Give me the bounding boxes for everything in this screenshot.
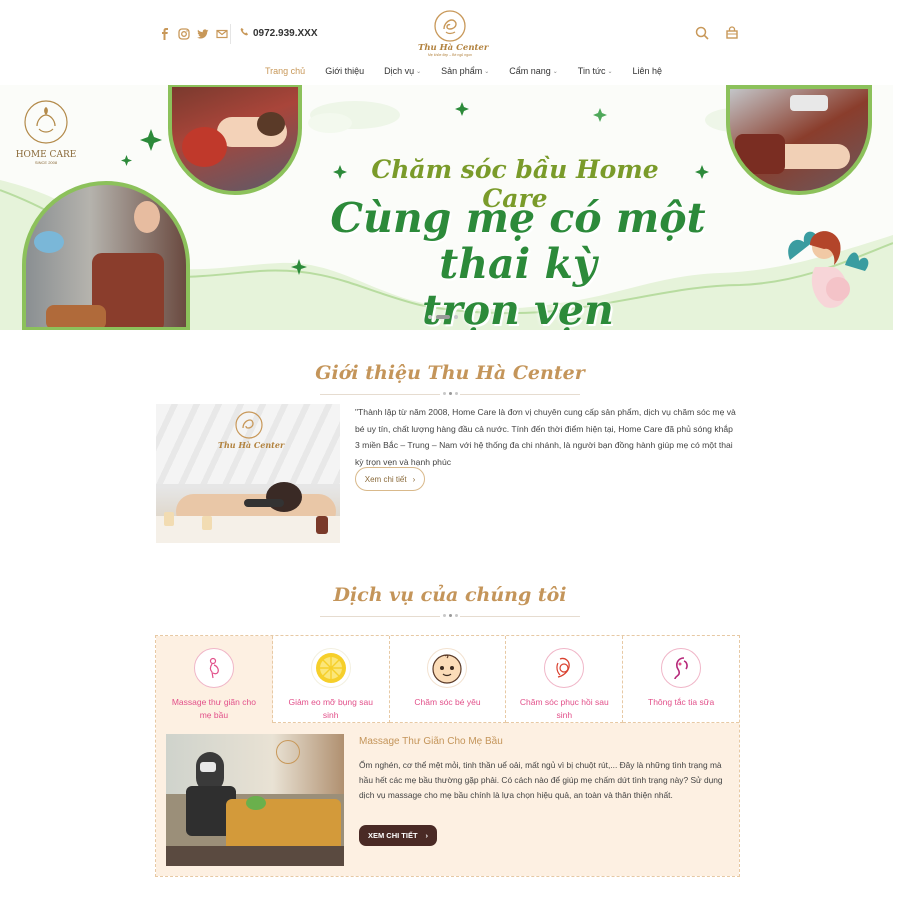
hero-banner[interactable]: HOME CARE SINCE 2008 Chăm sóc bầu Home C… [0, 85, 893, 330]
divider [460, 616, 580, 617]
header-actions [695, 26, 739, 40]
intro-text: "Thành lập từ năm 2008, Home Care là đơn… [355, 407, 736, 467]
logo-tagline: Mẹ khỏe đẹp – Bé ngủ ngon [428, 53, 472, 57]
intro-section-title: Giới thiệu Thu Hà Center [315, 362, 585, 384]
logo-mark-icon [434, 10, 466, 42]
home-care-since: SINCE 2008 [34, 160, 58, 165]
header-divider [230, 24, 231, 44]
divider [320, 616, 440, 617]
chevron-down-icon: ⌄ [552, 68, 558, 75]
intro-details-label: Xem chi tiết [364, 474, 407, 484]
slider-dots [428, 315, 458, 319]
facebook-icon[interactable] [158, 27, 171, 40]
service-tab-label: Massage thư giãn cho mẹ bầu [171, 697, 256, 720]
service-tab-baby-care[interactable]: Chăm sóc bé yêu [389, 636, 507, 723]
phone-icon [240, 27, 249, 39]
service-detail-text: Ốm nghén, cơ thể mệt mỏi, tinh thần uể o… [359, 760, 723, 800]
home-care-logo-icon [24, 100, 68, 144]
nav-item-handbook[interactable]: Cẩm nang ⌄ [499, 66, 568, 76]
nav-item-contact[interactable]: Liên hệ [623, 66, 673, 76]
search-icon[interactable] [695, 26, 709, 40]
mail-icon[interactable] [215, 27, 228, 40]
social-links [158, 27, 228, 40]
services-panel: Massage thư giãn cho mẹ bầu Giảm eo mỡ b… [155, 635, 740, 877]
hero-title-line2: trọn vẹn [422, 286, 614, 330]
service-tab-prenatal-massage[interactable]: Massage thư giãn cho mẹ bầu [156, 636, 273, 723]
service-tab-label: Giảm eo mỡ bụng sau sinh [288, 697, 373, 720]
site-header: 0972.939.XXX Thu Hà Center Mẹ khỏe đẹp –… [0, 0, 900, 85]
mother-baby-icon [544, 648, 585, 688]
slider-dot[interactable] [454, 315, 458, 319]
intro-image: Thu Hà Center [156, 404, 340, 543]
intro-details-button[interactable]: Xem chi tiết › [355, 467, 425, 491]
phone-number: 0972.939.XXX [253, 27, 318, 39]
divider-dots [443, 614, 458, 617]
instagram-icon[interactable] [177, 27, 190, 40]
lemon-icon [310, 648, 351, 688]
services-tabs: Massage thư giãn cho mẹ bầu Giảm eo mỡ b… [156, 636, 739, 723]
service-tab-label: Chăm sóc phục hồi sau sinh [519, 697, 609, 720]
slider-dot-active[interactable] [436, 315, 450, 319]
baby-face-icon [427, 648, 468, 688]
nav-item-services[interactable]: Dịch vụ ⌄ [374, 66, 431, 76]
nav-item-home[interactable]: Trang chủ [255, 66, 315, 76]
divider-dots [443, 392, 458, 395]
chevron-down-icon: ⌄ [484, 68, 490, 75]
home-care-name: HOME CARE [15, 150, 77, 160]
hero-title-line1: Cùng mẹ có một thai kỳ [330, 194, 706, 288]
hero-title: Cùng mẹ có một thai kỳ trọn vẹn [278, 195, 758, 330]
service-details-button[interactable]: XEM CHI TIẾT › [359, 825, 437, 846]
nav-item-news[interactable]: Tin tức ⌄ [568, 66, 623, 76]
chevron-down-icon: ⌄ [607, 68, 613, 75]
main-nav: Trang chủ Giới thiệu Dịch vụ ⌄ Sản phẩm ⌄ … [255, 66, 672, 76]
chevron-right-icon: › [412, 474, 416, 484]
nav-item-about[interactable]: Giới thiệu [315, 66, 374, 76]
service-detail-image [166, 734, 344, 866]
service-tab-postpartum-slimming[interactable]: Giảm eo mỡ bụng sau sinh [272, 636, 390, 723]
service-detail-title: Massage Thư Giãn Cho Mẹ Bầu [359, 736, 503, 747]
divider [460, 394, 580, 395]
thu-ha-logo-icon [234, 410, 264, 440]
service-tab-label: Thông tắc tia sữa [648, 697, 715, 707]
service-detail: Massage Thư Giãn Cho Mẹ Bầu Ốm nghén, cơ… [156, 723, 739, 876]
services-section-title: Dịch vụ của chúng tôi [333, 584, 567, 606]
intro-image-logo-text: Thu Hà Center [218, 440, 285, 450]
service-details-label: XEM CHI TIẾT [367, 831, 418, 840]
woman-profile-icon [661, 648, 702, 688]
cart-icon[interactable] [725, 26, 739, 40]
phone-link[interactable]: 0972.939.XXX [240, 27, 318, 39]
site-logo[interactable]: Thu Hà Center Mẹ khỏe đẹp – Bé ngủ ngon [418, 10, 489, 60]
chevron-down-icon: ⌄ [416, 68, 422, 75]
service-tab-postpartum-recovery[interactable]: Chăm sóc phục hồi sau sinh [506, 636, 624, 723]
home-care-badge: HOME CARE SINCE 2008 [14, 99, 78, 165]
logo-name: Thu Hà Center [418, 43, 489, 53]
chevron-right-icon: › [425, 831, 429, 840]
slider-dot[interactable] [428, 315, 432, 319]
divider [320, 394, 440, 395]
service-tab-milk-duct[interactable]: Thông tắc tia sữa [623, 636, 739, 723]
pregnant-icon [193, 648, 234, 688]
twitter-icon[interactable] [196, 27, 209, 40]
service-tab-label: Chăm sóc bé yêu [414, 697, 481, 707]
nav-item-products[interactable]: Sản phẩm ⌄ [431, 66, 499, 76]
